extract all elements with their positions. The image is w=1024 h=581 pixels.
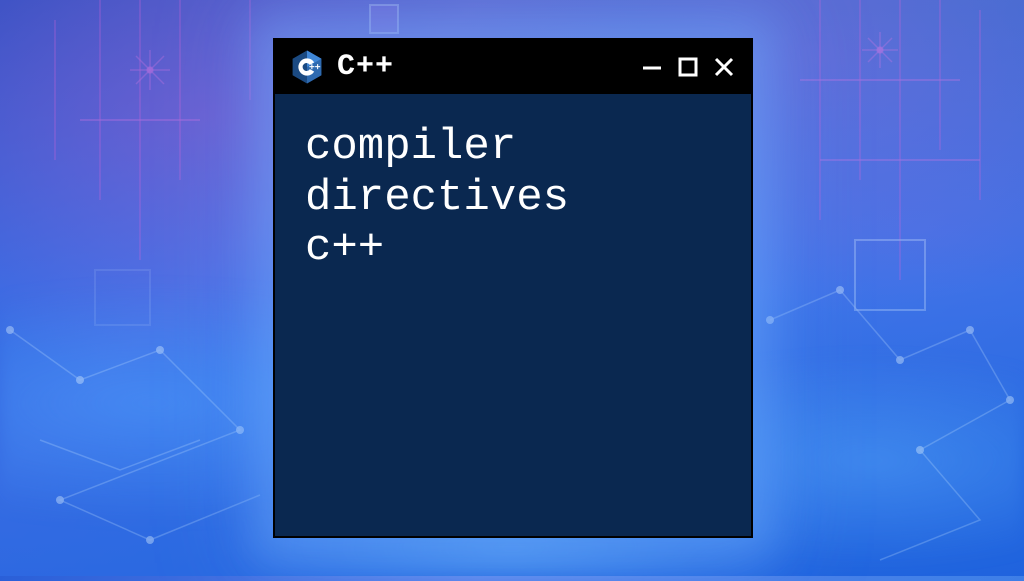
close-button[interactable] [709, 52, 739, 82]
window-title: C++ [337, 50, 625, 84]
content-line-2: directives [305, 173, 569, 223]
content-line-3: c++ [305, 223, 384, 273]
window-controls [637, 52, 739, 82]
titlebar[interactable]: C++ [275, 40, 751, 94]
terminal-window: C++ compiler directives c++ [273, 38, 753, 538]
content-line-1: compiler [305, 122, 516, 172]
cpp-logo-icon [289, 49, 325, 85]
terminal-content: compiler directives c++ [275, 94, 751, 536]
maximize-button[interactable] [673, 52, 703, 82]
minimize-button[interactable] [637, 52, 667, 82]
